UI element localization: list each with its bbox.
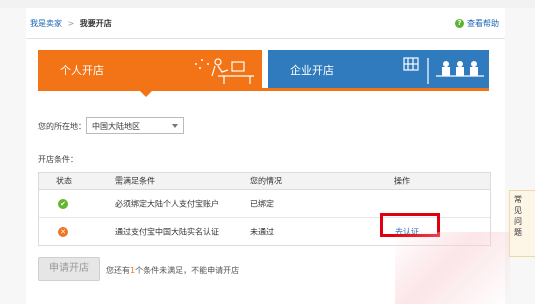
tab-underline — [38, 88, 489, 91]
conditions-title: 开店条件： — [38, 155, 78, 164]
help-label: 查看帮助 — [467, 19, 499, 28]
help-link[interactable]: ? 查看帮助 — [455, 18, 499, 29]
active-tab-pointer — [140, 91, 152, 97]
header-situation: 您的情况 — [250, 176, 282, 186]
help-icon: ? — [455, 19, 464, 28]
faq-char: 问 — [514, 217, 522, 226]
faq-char: 常 — [514, 195, 522, 204]
note-suffix: 个条件未满足，不能申请开店 — [135, 266, 240, 275]
location-value: 中国大陆地区 — [92, 122, 140, 131]
person-desk-illustration — [195, 58, 254, 84]
breadcrumb-home-link[interactable]: 我是卖家 — [30, 19, 62, 28]
situation-text: 未通过 — [250, 227, 274, 236]
apply-store-button[interactable]: 申请开店 — [38, 257, 100, 281]
breadcrumb-bar: 我是卖家 > 我要开店 ? 查看帮助 — [26, 8, 505, 39]
decorative-glow — [395, 232, 510, 304]
tab-personal-label: 个人开店 — [60, 64, 104, 77]
location-select[interactable]: 中国大陆地区 — [86, 117, 184, 134]
breadcrumb-current: 我要开店 — [79, 19, 112, 28]
note-prefix: 您还有 — [106, 266, 130, 275]
faq-char: 见 — [514, 206, 522, 215]
faq-side-panel[interactable]: 常 见 问 题 — [509, 190, 535, 257]
breadcrumb: 我是卖家 > 我要开店 — [30, 18, 112, 29]
header-action: 操作 — [394, 176, 410, 186]
table-header: 状态 需满足条件 您的情况 操作 — [39, 173, 490, 190]
breadcrumb-separator: > — [67, 19, 75, 28]
condition-text: 通过支付宝中国大陆实名认证 — [115, 227, 219, 236]
situation-text: 已绑定 — [250, 199, 274, 208]
check-icon: ✔ — [58, 198, 68, 209]
tab-enterprise-label: 企业开店 — [290, 64, 334, 77]
meeting-illustration — [403, 57, 484, 84]
top-strip — [0, 0, 535, 8]
header-status: 状态 — [56, 176, 72, 186]
faq-char: 题 — [514, 228, 522, 237]
tab-enterprise-store[interactable]: 企业开店 — [268, 50, 489, 88]
condition-text: 必须绑定大陆个人支付宝账户 — [115, 199, 219, 208]
tab-personal-store[interactable]: 个人开店 — [38, 50, 262, 88]
footer-note: 您还有1个条件未满足，不能申请开店 — [106, 265, 239, 276]
left-gutter — [0, 8, 26, 304]
chevron-down-icon — [172, 124, 178, 128]
location-label: 您的所在地： — [38, 122, 86, 131]
header-condition: 需满足条件 — [115, 176, 155, 186]
cross-icon: ✕ — [58, 226, 68, 237]
